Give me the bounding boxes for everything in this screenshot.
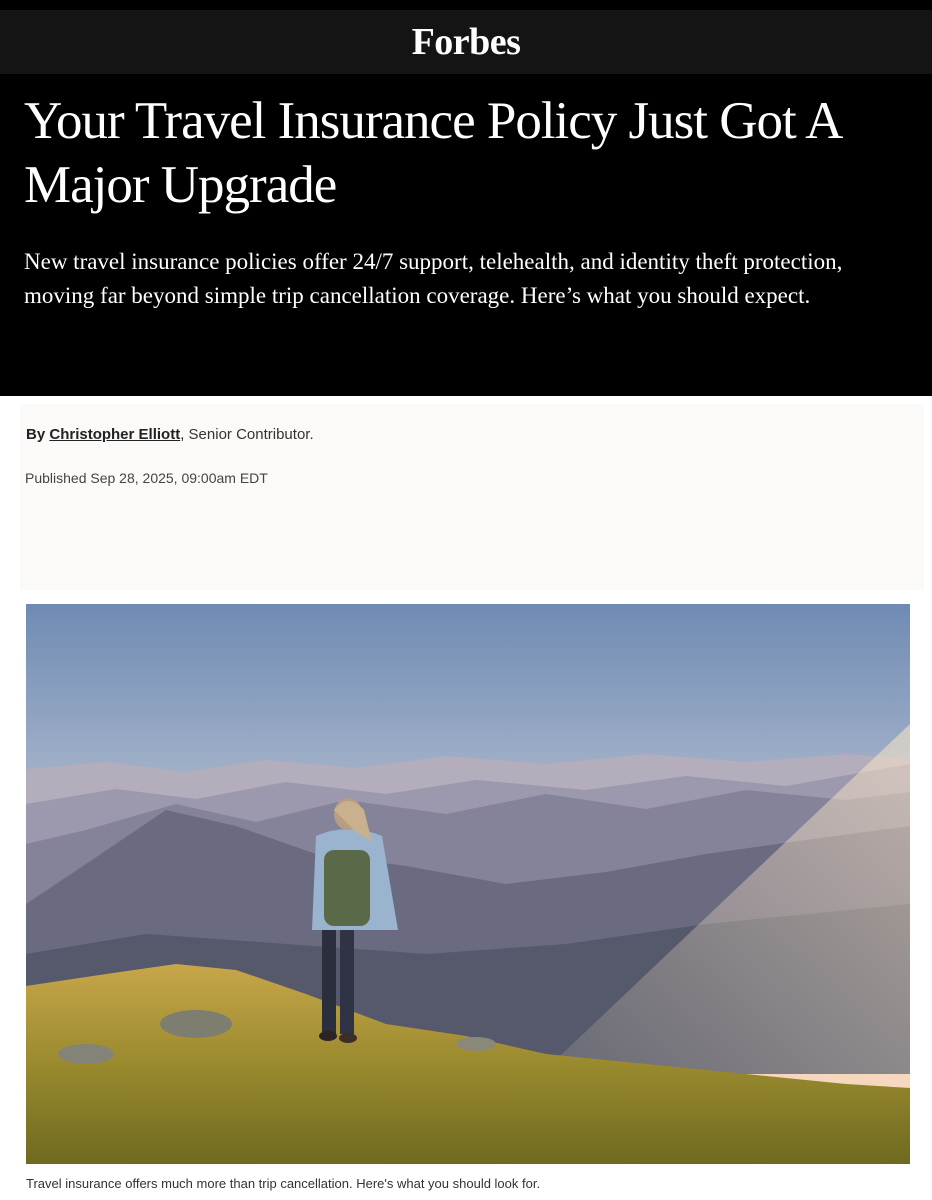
hero-image [26, 604, 910, 1164]
byline-prefix: By [26, 426, 46, 443]
author-role: Senior Contributor. [188, 426, 314, 443]
published-date: Published Sep 28, 2025, 09:00am EDT [25, 470, 268, 486]
article-headline: Your Travel Insurance Policy Just Got A … [24, 92, 840, 214]
article-hero: Your Travel Insurance Policy Just Got A … [0, 74, 932, 396]
site-header: Forbes [0, 0, 932, 74]
hiker-mountain-landscape-image [26, 604, 910, 1164]
author-separator: , [180, 426, 185, 443]
byline: By Christopher Elliott, Senior Contribut… [26, 426, 314, 443]
article-dek: New travel insurance policies offer 24/7… [24, 249, 843, 308]
article-meta: By Christopher Elliott, Senior Contribut… [20, 404, 924, 590]
image-caption: Travel insurance offers much more than t… [26, 1176, 541, 1191]
forbes-logo[interactable]: Forbes [412, 23, 521, 61]
author-link[interactable]: Christopher Elliott [49, 426, 180, 443]
